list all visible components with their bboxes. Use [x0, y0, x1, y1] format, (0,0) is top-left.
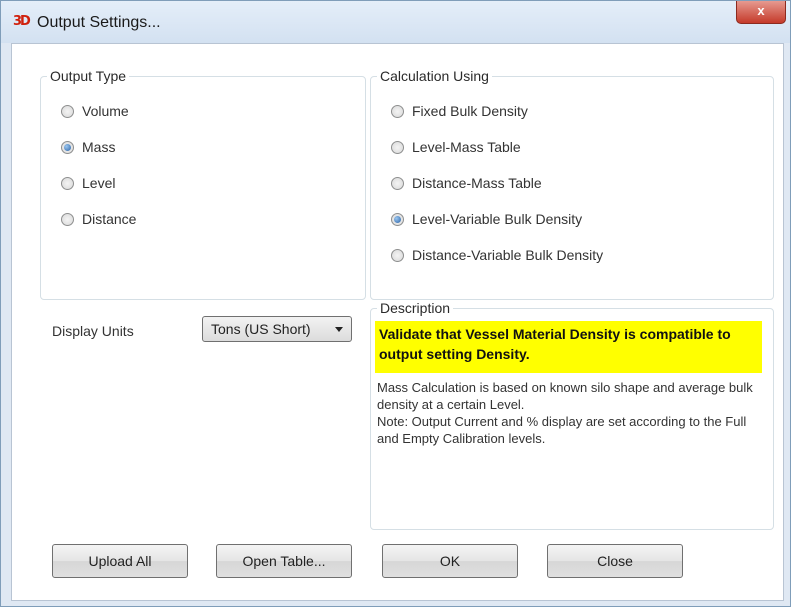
- radio-label: Fixed Bulk Density: [412, 103, 528, 119]
- radio-output-level[interactable]: Level: [61, 173, 115, 193]
- upload-all-button[interactable]: Upload All: [52, 544, 188, 578]
- open-table-button[interactable]: Open Table...: [216, 544, 352, 578]
- radio-button[interactable]: [61, 176, 74, 190]
- description-body: Mass Calculation is based on known silo …: [377, 380, 753, 446]
- description-group: Description Validate that Vessel Materia…: [370, 300, 774, 530]
- radio-button[interactable]: [61, 104, 74, 118]
- ok-button[interactable]: OK: [382, 544, 518, 578]
- radio-output-distance[interactable]: Distance: [61, 209, 136, 229]
- output-settings-window: 3D Output Settings... x Output Type Volu…: [0, 0, 791, 607]
- radio-calc-distance-variable-bulk-density[interactable]: Distance-Variable Bulk Density: [391, 245, 603, 265]
- radio-label: Volume: [82, 103, 129, 119]
- radio-button[interactable]: [391, 176, 404, 190]
- radio-button[interactable]: [391, 104, 404, 118]
- radio-button[interactable]: [61, 140, 74, 154]
- description-label: Description: [377, 300, 454, 316]
- display-units-value: Tons (US Short): [211, 321, 311, 337]
- display-units-label: Display Units: [52, 323, 134, 339]
- window-title: Output Settings...: [37, 14, 161, 31]
- radio-calc-fixed-bulk-density[interactable]: Fixed Bulk Density: [391, 101, 528, 121]
- radio-button[interactable]: [61, 212, 74, 226]
- calculation-using-label: Calculation Using: [377, 68, 492, 84]
- app-icon: 3D: [13, 14, 31, 29]
- chevron-down-icon[interactable]: [335, 327, 343, 332]
- radio-label: Level-Variable Bulk Density: [412, 211, 583, 227]
- radio-label: Distance: [82, 211, 137, 227]
- radio-calc-level-variable-bulk-density[interactable]: Level-Variable Bulk Density: [391, 209, 582, 229]
- radio-output-volume[interactable]: Volume: [61, 101, 129, 121]
- radio-label: Mass: [82, 139, 116, 155]
- radio-label: Level-Mass Table: [412, 139, 521, 155]
- dialog-content: Output Type Volume Mass Level Distance C…: [11, 43, 784, 601]
- radio-button[interactable]: [391, 248, 404, 262]
- radio-label: Distance-Variable Bulk Density: [412, 247, 604, 263]
- radio-button[interactable]: [391, 212, 404, 226]
- radio-label: Level: [82, 175, 116, 191]
- radio-calc-level-mass-table[interactable]: Level-Mass Table: [391, 137, 521, 157]
- description-warning: Validate that Vessel Material Density is…: [375, 321, 762, 373]
- radio-button[interactable]: [391, 140, 404, 154]
- close-button[interactable]: Close: [547, 544, 683, 578]
- display-units-select[interactable]: Tons (US Short): [202, 316, 352, 342]
- title-bar[interactable]: 3D Output Settings... x: [1, 1, 790, 43]
- output-type-label: Output Type: [47, 68, 130, 84]
- radio-output-mass[interactable]: Mass: [61, 137, 115, 157]
- radio-label: Distance-Mass Table: [412, 175, 542, 191]
- calculation-using-group: Calculation Using Fixed Bulk Density Lev…: [370, 68, 774, 300]
- close-window-button[interactable]: x: [736, 1, 786, 24]
- output-type-group: Output Type Volume Mass Level Distance: [40, 68, 366, 300]
- radio-calc-distance-mass-table[interactable]: Distance-Mass Table: [391, 173, 542, 193]
